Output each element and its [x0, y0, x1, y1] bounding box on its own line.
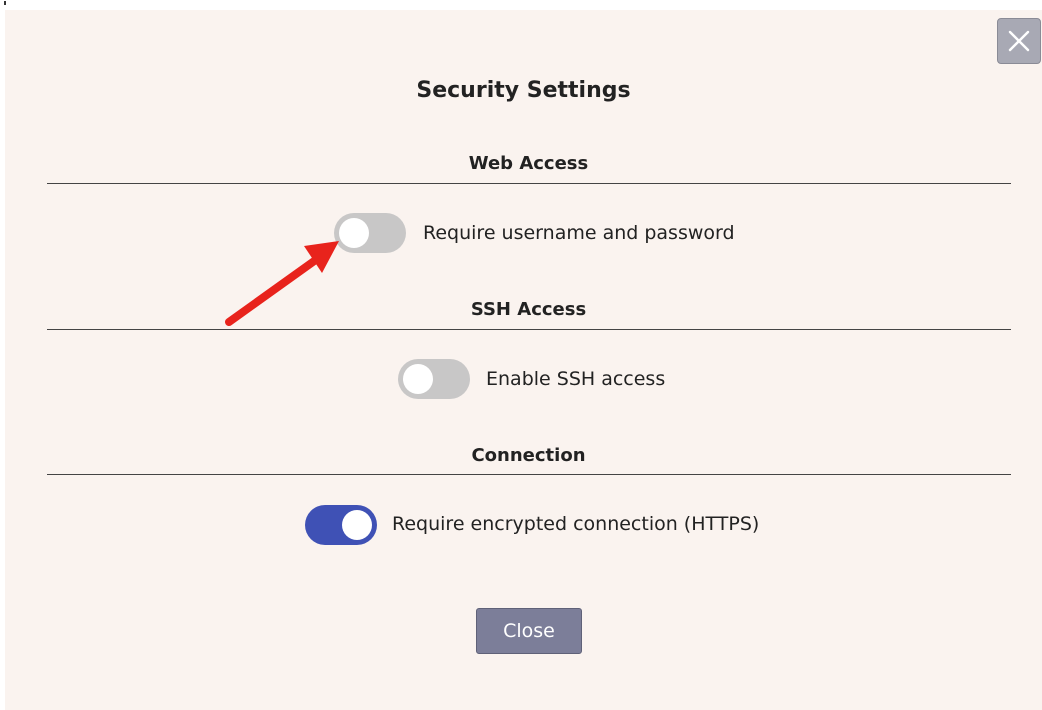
security-settings-dialog: Security Settings Web Access Require use…	[5, 10, 1042, 710]
toggle-label-require-https: Require encrypted connection (HTTPS)	[392, 513, 760, 535]
close-button[interactable]: Close	[476, 608, 582, 654]
toggle-enable-ssh[interactable]	[398, 359, 470, 399]
corner-mark	[4, 1, 6, 5]
dialog-title: Security Settings	[416, 78, 631, 103]
toggle-require-username-password[interactable]	[334, 213, 406, 253]
divider	[47, 329, 1011, 330]
divider	[47, 183, 1011, 184]
toggle-knob	[342, 510, 372, 540]
toggle-label-require-username-password: Require username and password	[423, 222, 735, 244]
section-title-connection: Connection	[471, 445, 586, 466]
divider	[47, 474, 1011, 475]
toggle-label-enable-ssh: Enable SSH access	[486, 368, 666, 390]
toggle-knob	[403, 364, 433, 394]
section-title-web-access: Web Access	[468, 153, 589, 174]
toggle-require-https[interactable]	[305, 505, 377, 545]
toggle-knob	[339, 218, 369, 248]
close-dialog-button[interactable]	[997, 18, 1041, 64]
section-title-ssh-access: SSH Access	[470, 299, 587, 320]
close-icon	[1008, 30, 1030, 52]
annotation-arrow-icon	[225, 241, 339, 326]
